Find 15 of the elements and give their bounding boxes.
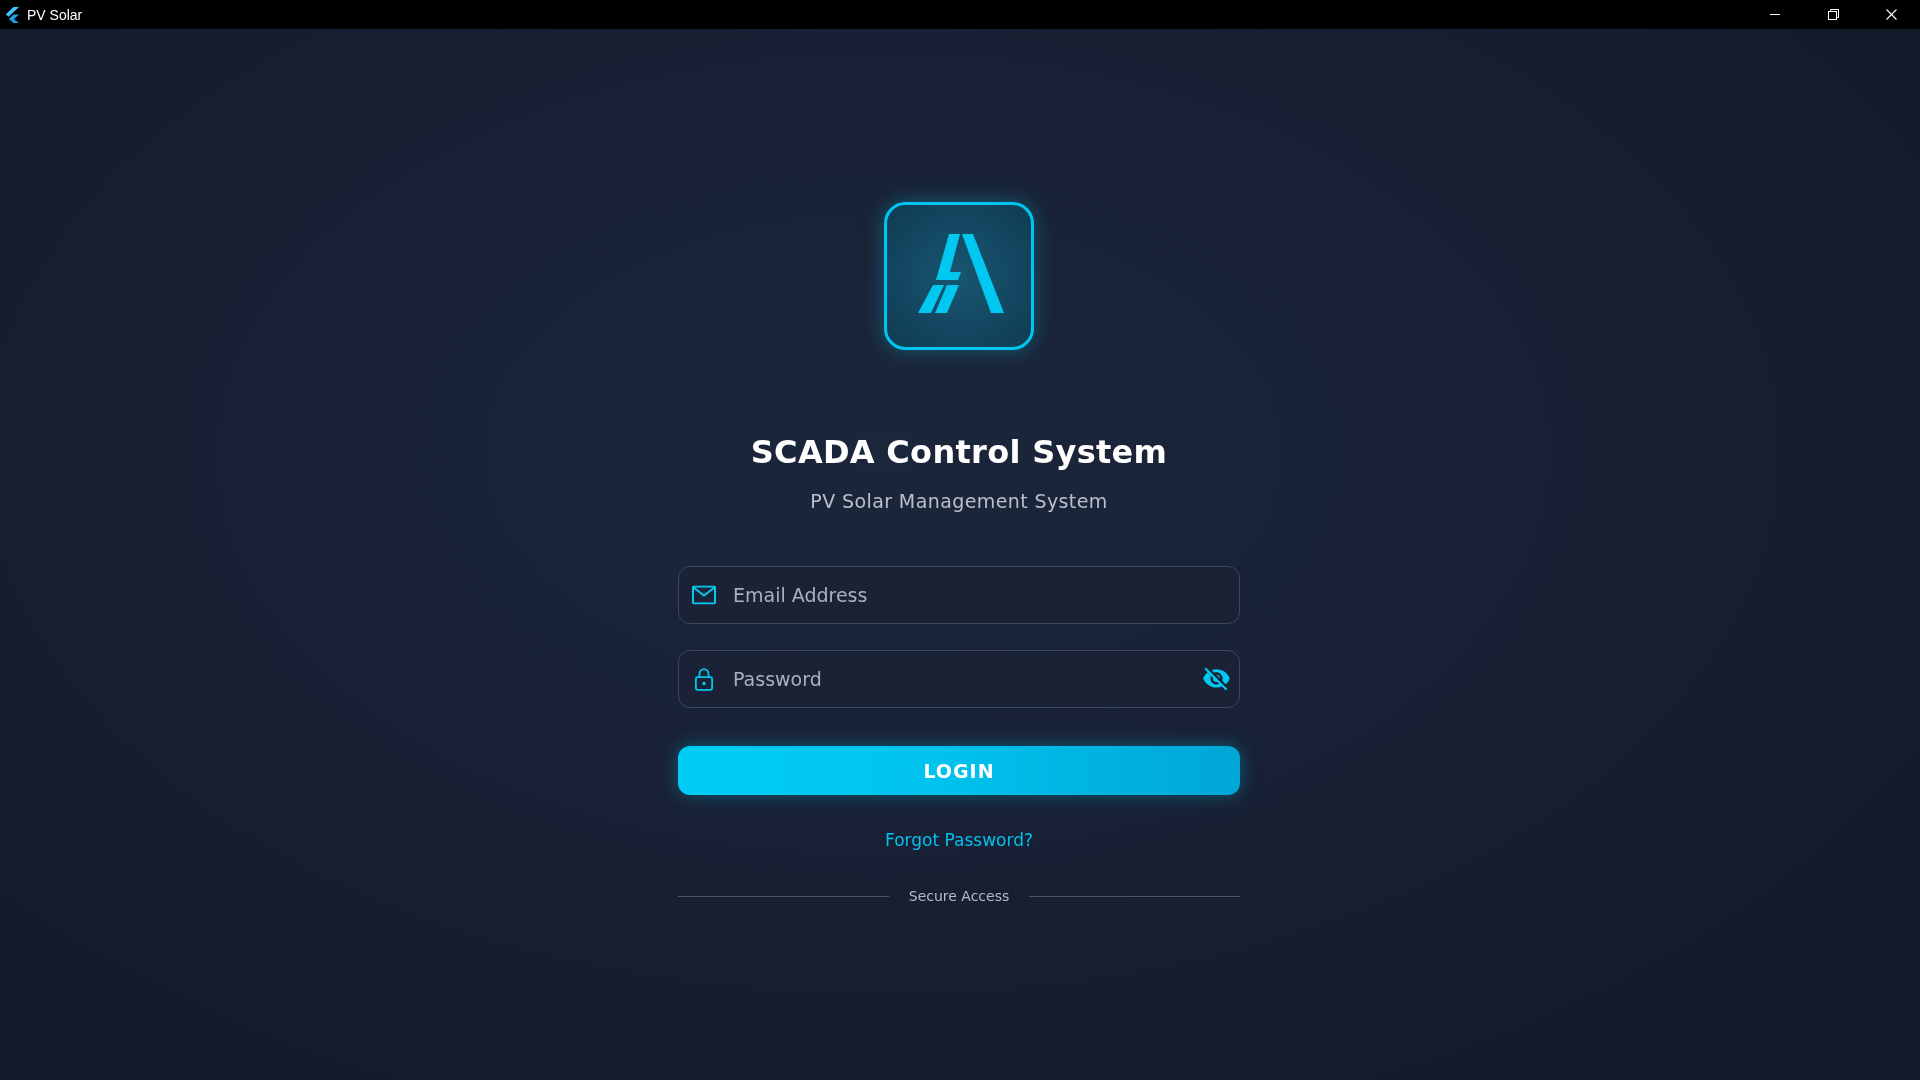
eye-slash-icon[interactable] — [1203, 667, 1230, 691]
forgot-password-link[interactable]: Forgot Password? — [885, 828, 1033, 852]
lock-icon — [695, 667, 713, 691]
minimize-icon — [1770, 14, 1780, 15]
mail-icon — [692, 585, 716, 605]
app-icon — [5, 6, 19, 23]
restore-icon — [1827, 9, 1839, 20]
app-subtitle: PV Solar Management System — [810, 489, 1108, 514]
window-title: PV Solar — [27, 6, 83, 23]
password-field[interactable]: Password — [678, 650, 1240, 708]
logo-icon — [884, 202, 1034, 350]
divider-label: Secure Access — [908, 887, 1010, 906]
close-icon — [1885, 9, 1897, 20]
app-title: SCADA Control System — [750, 432, 1168, 472]
email-field[interactable]: Email Address — [678, 566, 1240, 624]
